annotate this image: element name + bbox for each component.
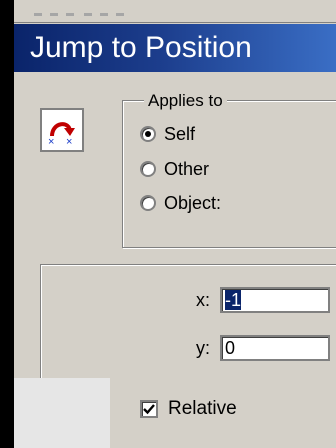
relative-checkbox[interactable]	[140, 400, 158, 418]
title-bar: Jump to Position	[14, 24, 336, 72]
y-label: y:	[195, 337, 210, 358]
x-input[interactable]: -1	[220, 287, 330, 313]
lower-left-block	[14, 378, 110, 448]
radio-button[interactable]	[140, 161, 156, 177]
radio-other[interactable]: Other	[140, 157, 209, 181]
applies-to-legend: Applies to	[144, 92, 227, 110]
radio-other-label: Other	[164, 158, 210, 179]
y-field-row: y: 0	[190, 333, 330, 363]
menu-separator	[50, 13, 58, 16]
jump-position-icon: × ×	[40, 108, 84, 152]
menu-separator	[66, 13, 74, 16]
menu-separator	[84, 13, 92, 16]
y-value: 0	[225, 338, 236, 358]
lower-band: Relative	[14, 378, 336, 448]
jump-to-position-dialog: Jump to Position × × Applies to Self Oth…	[14, 0, 336, 448]
radio-button[interactable]	[140, 126, 156, 142]
svg-text:×: ×	[48, 136, 54, 146]
x-field-row: x: -1	[190, 285, 330, 315]
x-label: x:	[195, 289, 210, 310]
y-input[interactable]: 0	[220, 335, 330, 361]
menu-bar	[14, 0, 336, 23]
radio-button[interactable]	[140, 195, 156, 211]
checkmark-icon	[143, 404, 155, 415]
radio-selected-dot	[145, 131, 151, 137]
radio-object[interactable]: Object:	[140, 191, 221, 215]
window-title: Jump to Position	[30, 31, 252, 64]
x-value: -1	[225, 290, 242, 310]
menu-separator	[100, 13, 108, 16]
radio-self-label: Self	[164, 123, 196, 144]
radio-self[interactable]: Self	[140, 122, 195, 146]
menu-separator	[34, 13, 42, 16]
svg-text:×: ×	[66, 136, 72, 146]
relative-label: Relative	[168, 398, 237, 419]
radio-object-label: Object:	[164, 192, 222, 213]
relative-checkbox-row[interactable]: Relative	[140, 398, 237, 420]
menu-separator	[116, 13, 124, 16]
